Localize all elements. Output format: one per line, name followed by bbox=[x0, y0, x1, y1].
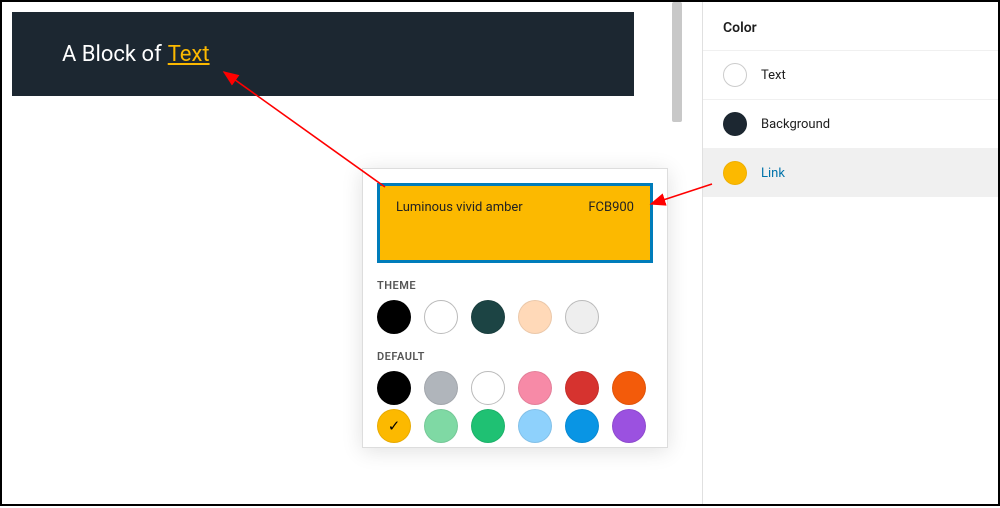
selected-color-name: Luminous vivid amber bbox=[396, 200, 523, 215]
panel-heading-color: Color bbox=[703, 2, 998, 50]
color-swatch-pink[interactable] bbox=[518, 371, 552, 405]
color-swatch-sky[interactable] bbox=[518, 409, 552, 443]
color-swatch-blue[interactable] bbox=[565, 409, 599, 443]
default-heading: DEFAULT bbox=[377, 350, 653, 363]
color-swatch-white[interactable] bbox=[424, 300, 458, 334]
color-swatch-black[interactable] bbox=[377, 371, 411, 405]
color-swatch-green[interactable] bbox=[471, 409, 505, 443]
color-swatch-red[interactable] bbox=[565, 371, 599, 405]
color-swatch-gray[interactable] bbox=[424, 371, 458, 405]
swatch-icon bbox=[723, 161, 747, 185]
swatch-icon bbox=[723, 63, 747, 87]
scrollbar-thumb[interactable] bbox=[672, 2, 682, 122]
color-row-background[interactable]: Background bbox=[703, 99, 998, 148]
color-row-link[interactable]: Link bbox=[703, 148, 998, 197]
selected-color-preview[interactable]: Luminous vivid amber FCB900 bbox=[377, 183, 653, 263]
paragraph-block[interactable]: A Block of Text bbox=[12, 12, 634, 96]
block-text-static: A Block of bbox=[62, 42, 162, 67]
theme-heading: THEME bbox=[377, 279, 653, 292]
color-swatch-light-gray[interactable] bbox=[565, 300, 599, 334]
swatch-icon bbox=[723, 112, 747, 136]
selected-color-hex: FCB900 bbox=[588, 200, 634, 215]
color-row-text[interactable]: Text bbox=[703, 50, 998, 99]
color-swatch-orange[interactable] bbox=[612, 371, 646, 405]
color-row-label: Background bbox=[761, 117, 830, 132]
color-row-label: Link bbox=[761, 166, 785, 181]
color-row-label: Text bbox=[761, 68, 786, 83]
color-swatch-white[interactable] bbox=[471, 371, 505, 405]
color-picker-popover: Luminous vivid amber FCB900 THEME DEFAUL… bbox=[362, 168, 668, 448]
color-swatch-mint[interactable] bbox=[424, 409, 458, 443]
color-swatch-amber[interactable]: ✓ bbox=[377, 409, 411, 443]
settings-sidebar: Color Text Background Link bbox=[702, 2, 998, 504]
color-swatch-black[interactable] bbox=[377, 300, 411, 334]
block-link-word[interactable]: Text bbox=[168, 42, 210, 67]
color-swatch-purple[interactable] bbox=[612, 409, 646, 443]
color-swatch-teal-dark[interactable] bbox=[471, 300, 505, 334]
color-swatch-peach[interactable] bbox=[518, 300, 552, 334]
